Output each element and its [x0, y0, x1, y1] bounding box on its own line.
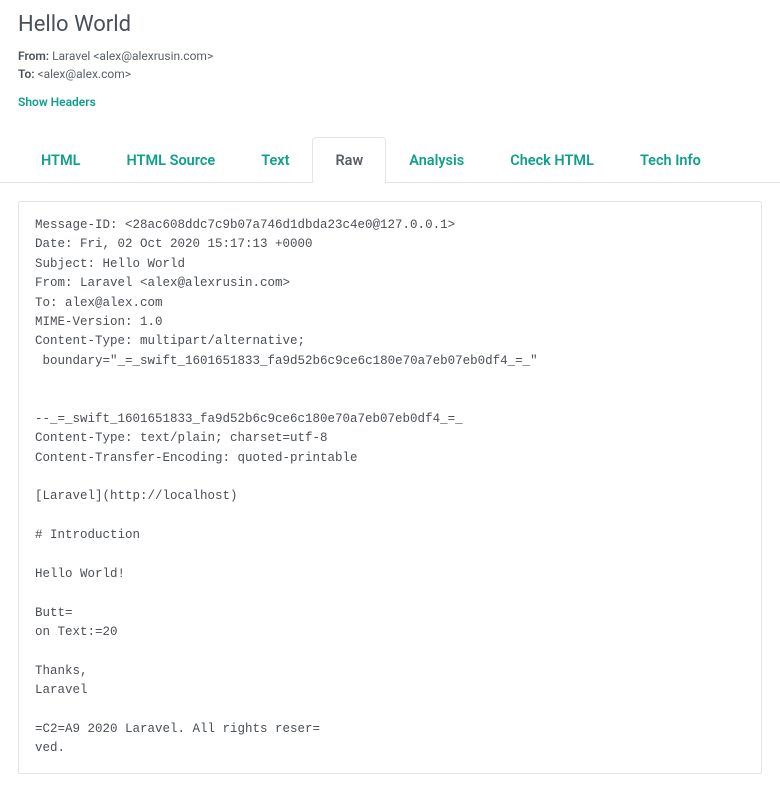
tab-analysis[interactable]: Analysis [386, 137, 487, 183]
message-subject: Hello World [18, 12, 762, 37]
message-header: Hello World From: Laravel <alex@alexrusi… [0, 0, 780, 118]
tab-text[interactable]: Text [238, 137, 312, 183]
meta-to-label: To: [18, 67, 35, 81]
meta-to-value: <alex@alex.com> [35, 67, 131, 81]
show-headers-link[interactable]: Show Headers [18, 95, 96, 109]
tab-html-source[interactable]: HTML Source [104, 137, 239, 183]
tabs-container: HTML HTML Source Text Raw Analysis Check… [0, 136, 780, 183]
tab-html[interactable]: HTML [18, 137, 104, 183]
meta-from-line: From: Laravel <alex@alexrusin.com> [18, 49, 762, 63]
meta-from-label: From: [18, 49, 49, 63]
tab-tech-info[interactable]: Tech Info [617, 137, 724, 183]
meta-from-value: Laravel <alex@alexrusin.com> [49, 49, 213, 63]
tab-raw[interactable]: Raw [312, 137, 386, 183]
meta-to-line: To: <alex@alex.com> [18, 67, 762, 81]
tabs-list: HTML HTML Source Text Raw Analysis Check… [18, 136, 762, 182]
tab-check-html[interactable]: Check HTML [487, 137, 617, 183]
raw-message-content: Message-ID: <28ac608ddc7c9b07a746d1dbda2… [18, 201, 762, 774]
content-area: Message-ID: <28ac608ddc7c9b07a746d1dbda2… [0, 183, 780, 792]
